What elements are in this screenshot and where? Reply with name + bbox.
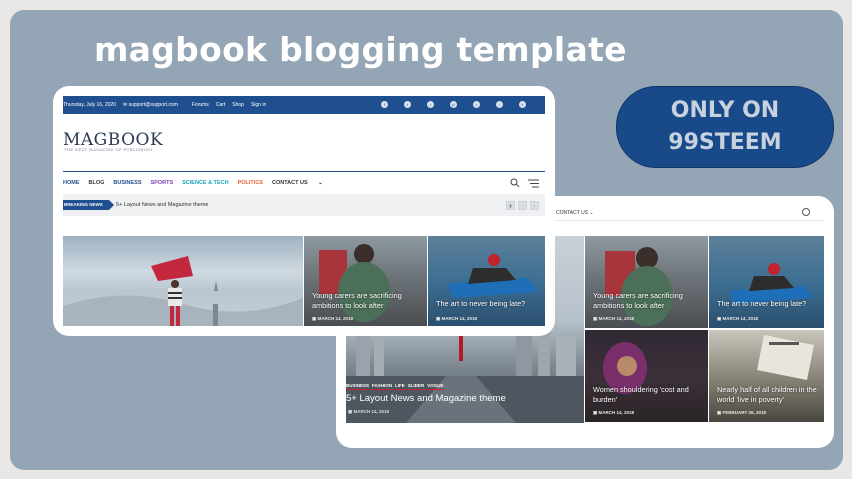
search-icon[interactable] [802, 208, 810, 216]
nav-item-sports[interactable]: SPORTS [151, 180, 174, 186]
nav-item-science-tech[interactable]: SCIENCE & TECH [182, 180, 228, 186]
topbar-link-sign-in[interactable]: Sign in [251, 102, 266, 108]
tile-date: ▣ MARCH 14, 2018 [312, 316, 354, 321]
tile-date: ▣ FEBRUARY 26, 2018 [717, 410, 767, 415]
site-topbar: Thursday, July 16, 2020 ✉ support@suppor… [63, 96, 545, 114]
social-icons: f t • p • ▫ ▪ [381, 101, 533, 108]
twitter-icon[interactable]: t [404, 101, 411, 108]
tile-date: ▣ MARCH 14, 2018 [717, 316, 759, 321]
nav-item-blog[interactable]: BLOG [89, 180, 105, 186]
facebook-icon[interactable]: f [381, 101, 388, 108]
next-arrow-icon[interactable]: › [530, 201, 539, 210]
nav-divider [63, 171, 545, 172]
breaking-news-bar: BREAKING NEWS 5+ Layout News and Magazin… [63, 194, 545, 216]
tile-young-carers[interactable]: Young carers are sacrificing ambitions t… [585, 236, 708, 328]
site-tagline: THE NEXT MAGAZINE OF PUBLISHING [64, 148, 153, 152]
tile-date: ▣ MARCH 14, 2018 [436, 316, 478, 321]
nav-item-contact-us[interactable]: CONTACT US ⌄ [272, 180, 323, 186]
tile-art-never-late[interactable]: The art to never being late? ▣ MARCH 14,… [709, 236, 824, 328]
pinterest-icon[interactable]: p [450, 101, 457, 108]
prev-arrow-icon[interactable]: ‹ [518, 201, 527, 210]
topbar-link-forums[interactable]: Forums [192, 102, 209, 108]
site-preview-front: Thursday, July 16, 2020 ✉ support@suppor… [63, 96, 545, 326]
category-tag[interactable]: FASHION [372, 383, 393, 390]
linkedin-icon[interactable]: ▪ [519, 101, 526, 108]
category-tag[interactable]: BUSINESS [346, 383, 370, 390]
hero-slider-front[interactable] [63, 236, 303, 326]
site-logo[interactable]: MAGBOOK [63, 130, 163, 150]
nav-icons [510, 178, 539, 188]
promo-badge[interactable]: ONLY ON 99STEEM [616, 86, 834, 168]
menu-icon[interactable] [528, 179, 539, 188]
tile-art-never-late-front[interactable]: The art to never being late? ▣ MARCH 14,… [428, 236, 545, 326]
nav-item-home[interactable]: HOME [63, 180, 80, 186]
banner-headline: magbook blogging template [94, 30, 627, 69]
badge-line-1: ONLY ON [670, 98, 780, 123]
instagram-icon[interactable]: ▫ [496, 101, 503, 108]
tile-children-poverty[interactable]: Nearly half of all children in the world… [709, 330, 824, 422]
tile-date: ▣ MARCH 14, 2018 [593, 316, 635, 321]
hero-title[interactable]: 5+ Layout News and Magazine theme [346, 393, 506, 404]
screenshot-card-front: Thursday, July 16, 2020 ✉ support@suppor… [53, 86, 555, 336]
tile-young-carers-front[interactable]: Young carers are sacrificing ambitions t… [304, 236, 427, 326]
nav-contact-us-small[interactable]: CONTACT US [556, 210, 588, 216]
category-tag[interactable]: LIFE [395, 383, 405, 390]
pause-icon[interactable]: ▮ [506, 201, 515, 210]
main-nav: HOME BLOG BUSINESS SPORTS SCIENCE & TECH… [63, 180, 332, 186]
category-tag[interactable]: VOGUE [427, 383, 444, 390]
promo-banner: magbook blogging template ONLY ON 99STEE… [10, 10, 843, 470]
tile-title[interactable]: Young carers are sacrificing ambitions t… [312, 291, 422, 310]
tile-title[interactable]: Nearly half of all children in the world… [717, 385, 824, 404]
breaking-news-label: BREAKING NEWS [63, 200, 114, 210]
category-tag[interactable]: SLIDER [407, 383, 425, 390]
topbar-link-shop[interactable]: Shop [232, 102, 244, 108]
topbar-date: Thursday, July 16, 2020 [63, 102, 116, 108]
tile-title[interactable]: Women shouldering 'cost and burden' [593, 385, 705, 404]
hero-date: ▣ MARCH 14, 2018 [348, 409, 390, 414]
dribbble-icon[interactable]: • [427, 101, 434, 108]
nav-item-business[interactable]: BUSINESS [113, 180, 141, 186]
tile-title[interactable]: The art to never being late? [436, 299, 544, 309]
topbar-email[interactable]: ✉ support@support.com [123, 102, 185, 108]
topbar-link-cart[interactable]: Cart [216, 102, 225, 108]
breaking-news-text[interactable]: 5+ Layout News and Magazine theme [116, 202, 209, 208]
hero-categories: BUSINESS FASHION LIFE SLIDER VOGUE [346, 383, 444, 390]
tile-women-shouldering[interactable]: Women shouldering 'cost and burden' ▣ MA… [585, 330, 708, 422]
tile-title[interactable]: Young carers are sacrificing ambitions t… [593, 291, 703, 310]
tile-title[interactable]: The art to never being late? [717, 299, 822, 309]
breaking-news-controls: ▮ ‹ › [506, 201, 539, 210]
flickr-icon[interactable]: • [473, 101, 480, 108]
woman-scarf-image [63, 256, 303, 326]
badge-line-2: 99STEEM [668, 130, 782, 155]
search-icon[interactable] [510, 178, 520, 188]
tile-date: ▣ MARCH 14, 2018 [593, 410, 635, 415]
nav-item-politics[interactable]: POLITICS [238, 180, 263, 186]
